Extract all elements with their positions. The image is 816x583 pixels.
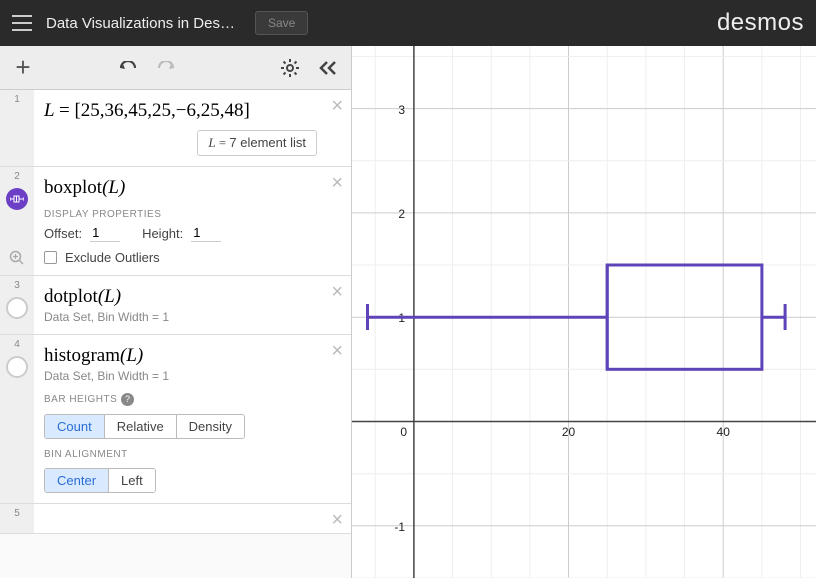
expression-subtext: Data Set, Bin Width = 1 [44, 310, 317, 324]
hidden-plot-toggle[interactable] [6, 297, 28, 319]
redo-icon [155, 61, 177, 75]
exclude-outliers-checkbox[interactable] [44, 251, 57, 264]
grid [352, 46, 816, 578]
offset-label: Offset: [44, 226, 82, 241]
expression-subtext: Data Set, Bin Width = 1 [44, 369, 317, 383]
bin-alignment-toggle: Center Left [44, 468, 156, 493]
height-input[interactable] [191, 224, 221, 242]
chevron-double-left-icon [319, 60, 337, 76]
gear-icon [281, 59, 299, 77]
left-button[interactable]: Left [109, 469, 155, 492]
graph-area[interactable]: 0 20 40 1 2 3 -1 [352, 46, 816, 578]
expression-index: 2 [14, 171, 20, 182]
relative-button[interactable]: Relative [105, 415, 177, 438]
axis-tick-label: 3 [398, 103, 405, 117]
redo-button[interactable] [151, 53, 181, 83]
expression-index: 1 [0, 90, 34, 166]
expression-panel: + 1 × [0, 46, 352, 578]
delete-expression-button[interactable]: × [331, 341, 343, 361]
section-label: DISPLAY PROPERTIES [44, 209, 317, 220]
density-button[interactable]: Density [177, 415, 244, 438]
expression-index: 3 [14, 280, 20, 291]
collapse-panel-button[interactable] [313, 53, 343, 83]
add-expression-button[interactable]: + [8, 53, 38, 83]
section-label: BIN ALIGNMENT [44, 449, 317, 460]
axis-tick-label: 2 [398, 207, 405, 221]
expression-toolbar: + [0, 46, 351, 90]
zoom-fit-button[interactable] [0, 250, 34, 269]
settings-button[interactable] [275, 53, 305, 83]
menu-icon[interactable] [12, 15, 32, 31]
boxplot-icon[interactable] [6, 188, 28, 210]
expression-index: 5 [0, 504, 34, 533]
expression-result: L = 7 element list [197, 130, 317, 156]
delete-expression-button[interactable]: × [331, 173, 343, 193]
bar-heights-toggle: Count Relative Density [44, 414, 245, 439]
axis-tick-label: 40 [717, 425, 731, 439]
expression-row[interactable]: 3 × dotplot(L) Data Set, Bin Width = 1 [0, 276, 351, 335]
expression-math[interactable]: L = [25,36,45,25,−6,25,48] [44, 100, 317, 122]
delete-expression-button[interactable]: × [331, 96, 343, 116]
height-label: Height: [142, 226, 183, 241]
section-label: BAR HEIGHTS? [44, 393, 317, 406]
save-button[interactable]: Save [255, 11, 308, 35]
expression-math[interactable]: dotplot(L) [44, 286, 317, 308]
expression-math[interactable]: boxplot(L) [44, 177, 317, 199]
expression-row[interactable]: 1 × L = [25,36,45,25,−6,25,48] L = 7 ele… [0, 90, 351, 167]
delete-expression-button[interactable]: × [331, 282, 343, 302]
hidden-plot-toggle[interactable] [6, 356, 28, 378]
expression-row[interactable]: 5 × [0, 504, 351, 534]
axis-tick-label: 0 [400, 425, 407, 439]
axis-tick-label: 20 [562, 425, 576, 439]
expression-index: 4 [14, 339, 20, 350]
expression-math[interactable]: histogram(L) [44, 345, 317, 367]
center-button[interactable]: Center [45, 469, 109, 492]
desmos-logo: desmos [717, 9, 804, 37]
exclude-outliers-label: Exclude Outliers [65, 250, 160, 265]
help-icon[interactable]: ? [121, 393, 134, 406]
expression-row[interactable]: 2 × boxplot(L) DISPLAY PROPERTIES Offset… [0, 167, 351, 276]
delete-expression-button[interactable]: × [331, 510, 343, 530]
undo-button[interactable] [113, 53, 143, 83]
axis-tick-label: -1 [394, 520, 405, 534]
offset-input[interactable] [90, 224, 120, 242]
count-button[interactable]: Count [45, 415, 105, 438]
undo-icon [117, 61, 139, 75]
document-title[interactable]: Data Visualizations in Des… [46, 15, 235, 32]
expression-row[interactable]: 4 × histogram(L) Data Set, Bin Width = 1… [0, 335, 351, 504]
